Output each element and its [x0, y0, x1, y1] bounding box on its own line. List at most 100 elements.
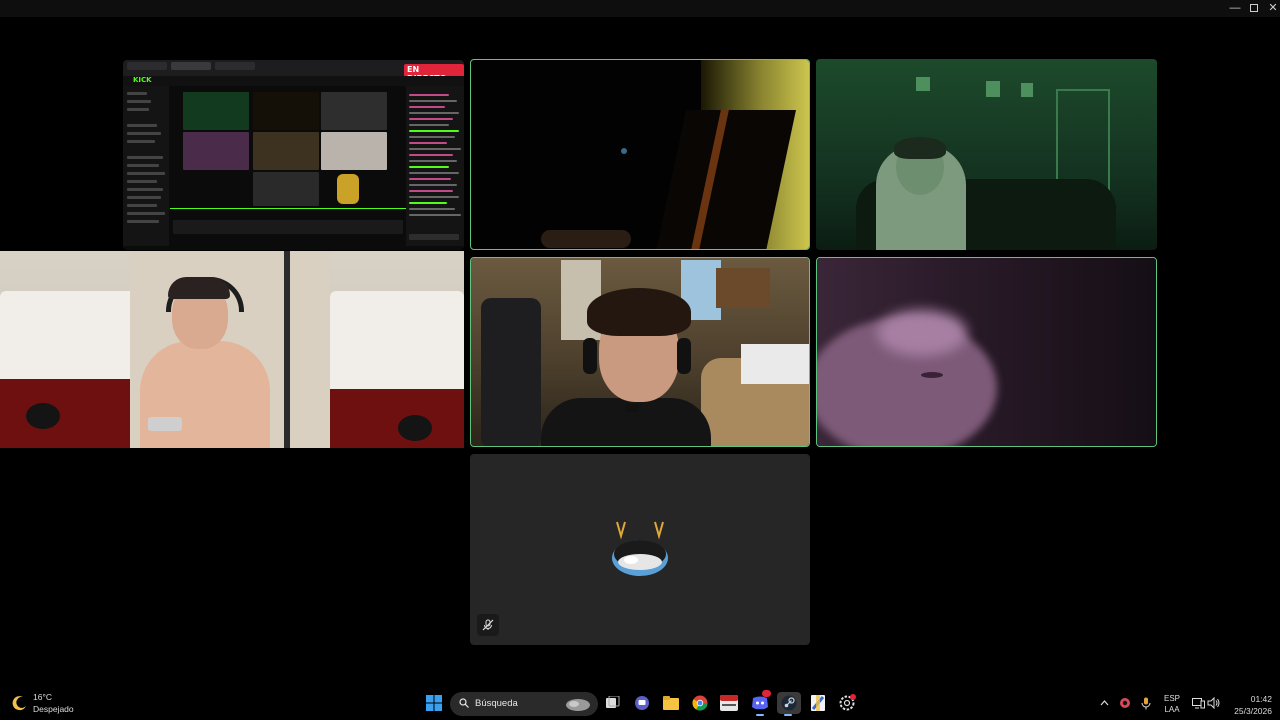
video-tile-bedroom[interactable]: [0, 251, 464, 448]
tray-app-button[interactable]: [1116, 692, 1134, 714]
notification-badge: [850, 694, 856, 700]
settings-button[interactable]: [836, 692, 858, 714]
chat-app-button[interactable]: [631, 692, 653, 714]
tray-overflow-button[interactable]: [1095, 692, 1113, 714]
video-editor-icon: [720, 695, 738, 711]
taskbar-search-box[interactable]: Búsqueda: [450, 692, 598, 716]
wall-poster: [916, 77, 930, 91]
moon-icon[interactable]: [12, 695, 28, 711]
search-highlight-icon: [566, 699, 590, 711]
microphone: [625, 404, 639, 412]
running-indicator: [784, 714, 792, 716]
notification-badge: [762, 690, 771, 697]
mic-muted-button[interactable]: [477, 614, 499, 636]
bed-right: [330, 291, 464, 401]
person-torso: [140, 341, 270, 448]
person-hair-blur: [877, 310, 967, 356]
mini-video-tile: [183, 92, 249, 130]
video-tile-avatar[interactable]: [470, 454, 810, 645]
kick-logo: KICK: [133, 76, 152, 84]
discord-button[interactable]: [749, 690, 771, 716]
video-tile-green-room[interactable]: [816, 59, 1157, 250]
blanket: [741, 344, 809, 384]
mini-video-tile: [321, 92, 387, 130]
mouse: [398, 415, 432, 441]
chevron-up-icon: [1100, 700, 1108, 706]
browser-tab: [127, 62, 167, 70]
mini-video-tile: [253, 92, 319, 130]
headset-icon: [677, 338, 691, 374]
chair-frame: [284, 251, 290, 448]
file-explorer-icon: [663, 696, 679, 710]
person-eye: [921, 372, 943, 378]
video-tile-dark-room[interactable]: [470, 59, 810, 250]
video-tile-screenshare[interactable]: EN DIRECTO KICK: [123, 60, 464, 250]
search-icon: [459, 698, 469, 708]
kick-header: [123, 76, 464, 86]
mini-video-tile: [253, 172, 319, 206]
discord-icon: [752, 696, 768, 710]
mini-video-tile: [253, 132, 319, 170]
video-editor-button[interactable]: [718, 692, 740, 714]
speaker-icon: [1207, 697, 1220, 709]
headset-icon: [583, 338, 597, 374]
maximize-icon: [1250, 4, 1258, 13]
window-titlebar: — ✕: [0, 0, 1280, 17]
clock-date: 25/3/2026: [1234, 706, 1272, 716]
tray-app-icon: [1120, 698, 1130, 708]
mini-video-tile: [183, 132, 249, 170]
chat-icon: [635, 696, 649, 710]
task-view-button[interactable]: [602, 692, 624, 714]
close-button[interactable]: ✕: [1262, 0, 1280, 17]
shelf: [716, 268, 770, 308]
windows-start-button[interactable]: [423, 692, 445, 714]
drum-kit: [481, 298, 541, 446]
person-hair: [587, 288, 691, 336]
microphone-tray-button[interactable]: [1137, 692, 1155, 714]
person-hair: [168, 277, 230, 299]
microphone-icon: [1141, 697, 1151, 709]
steam-icon: [781, 695, 797, 711]
windows-start-icon: [426, 695, 442, 711]
language-indicator-top[interactable]: ESP: [1160, 694, 1184, 703]
user-avatar: [609, 520, 671, 582]
video-tile-purple[interactable]: [816, 257, 1157, 447]
browser-tab: [215, 62, 255, 70]
steam-button[interactable]: [777, 692, 801, 716]
volume-button[interactable]: [1205, 692, 1223, 714]
person-hair: [894, 137, 946, 159]
taskbar-clock[interactable]: 01:42 25/3/2026: [1226, 693, 1272, 717]
kick-sidebar: [123, 86, 169, 246]
mic-off-icon: [482, 619, 494, 631]
winrar-icon: [811, 695, 825, 711]
mouse: [26, 403, 60, 429]
file-explorer-button[interactable]: [660, 692, 682, 714]
avatar-icon: [612, 521, 668, 576]
network-icon: [1191, 697, 1205, 708]
browser-tab: [171, 62, 211, 70]
wall-poster: [986, 81, 1000, 97]
task-view-icon: [606, 696, 620, 708]
hand-blur: [541, 230, 631, 248]
stream-progress-bar: [170, 208, 406, 209]
mascot-sticker: [337, 174, 359, 204]
doorframe: [1056, 89, 1110, 193]
phone: [148, 417, 182, 431]
rug-left: [0, 379, 130, 448]
chrome-icon: [692, 695, 708, 711]
chrome-button[interactable]: [689, 692, 711, 714]
mini-video-tile: [321, 132, 387, 170]
light-spot: [621, 148, 627, 154]
kick-chat-panel: [406, 86, 464, 246]
clock-time: 01:42: [1250, 694, 1272, 704]
rug-right: [330, 389, 464, 448]
language-indicator-bottom[interactable]: LAA: [1160, 705, 1184, 714]
stream-info-bar: [173, 220, 403, 234]
running-indicator: [756, 714, 764, 716]
weather-desc[interactable]: Despejado: [33, 704, 74, 714]
video-tile-headset-boy[interactable]: [470, 257, 810, 447]
weather-temp[interactable]: 16°C: [33, 692, 52, 702]
winrar-button[interactable]: [807, 692, 829, 714]
wall-poster: [1021, 83, 1033, 97]
search-placeholder: Búsqueda: [475, 698, 518, 709]
